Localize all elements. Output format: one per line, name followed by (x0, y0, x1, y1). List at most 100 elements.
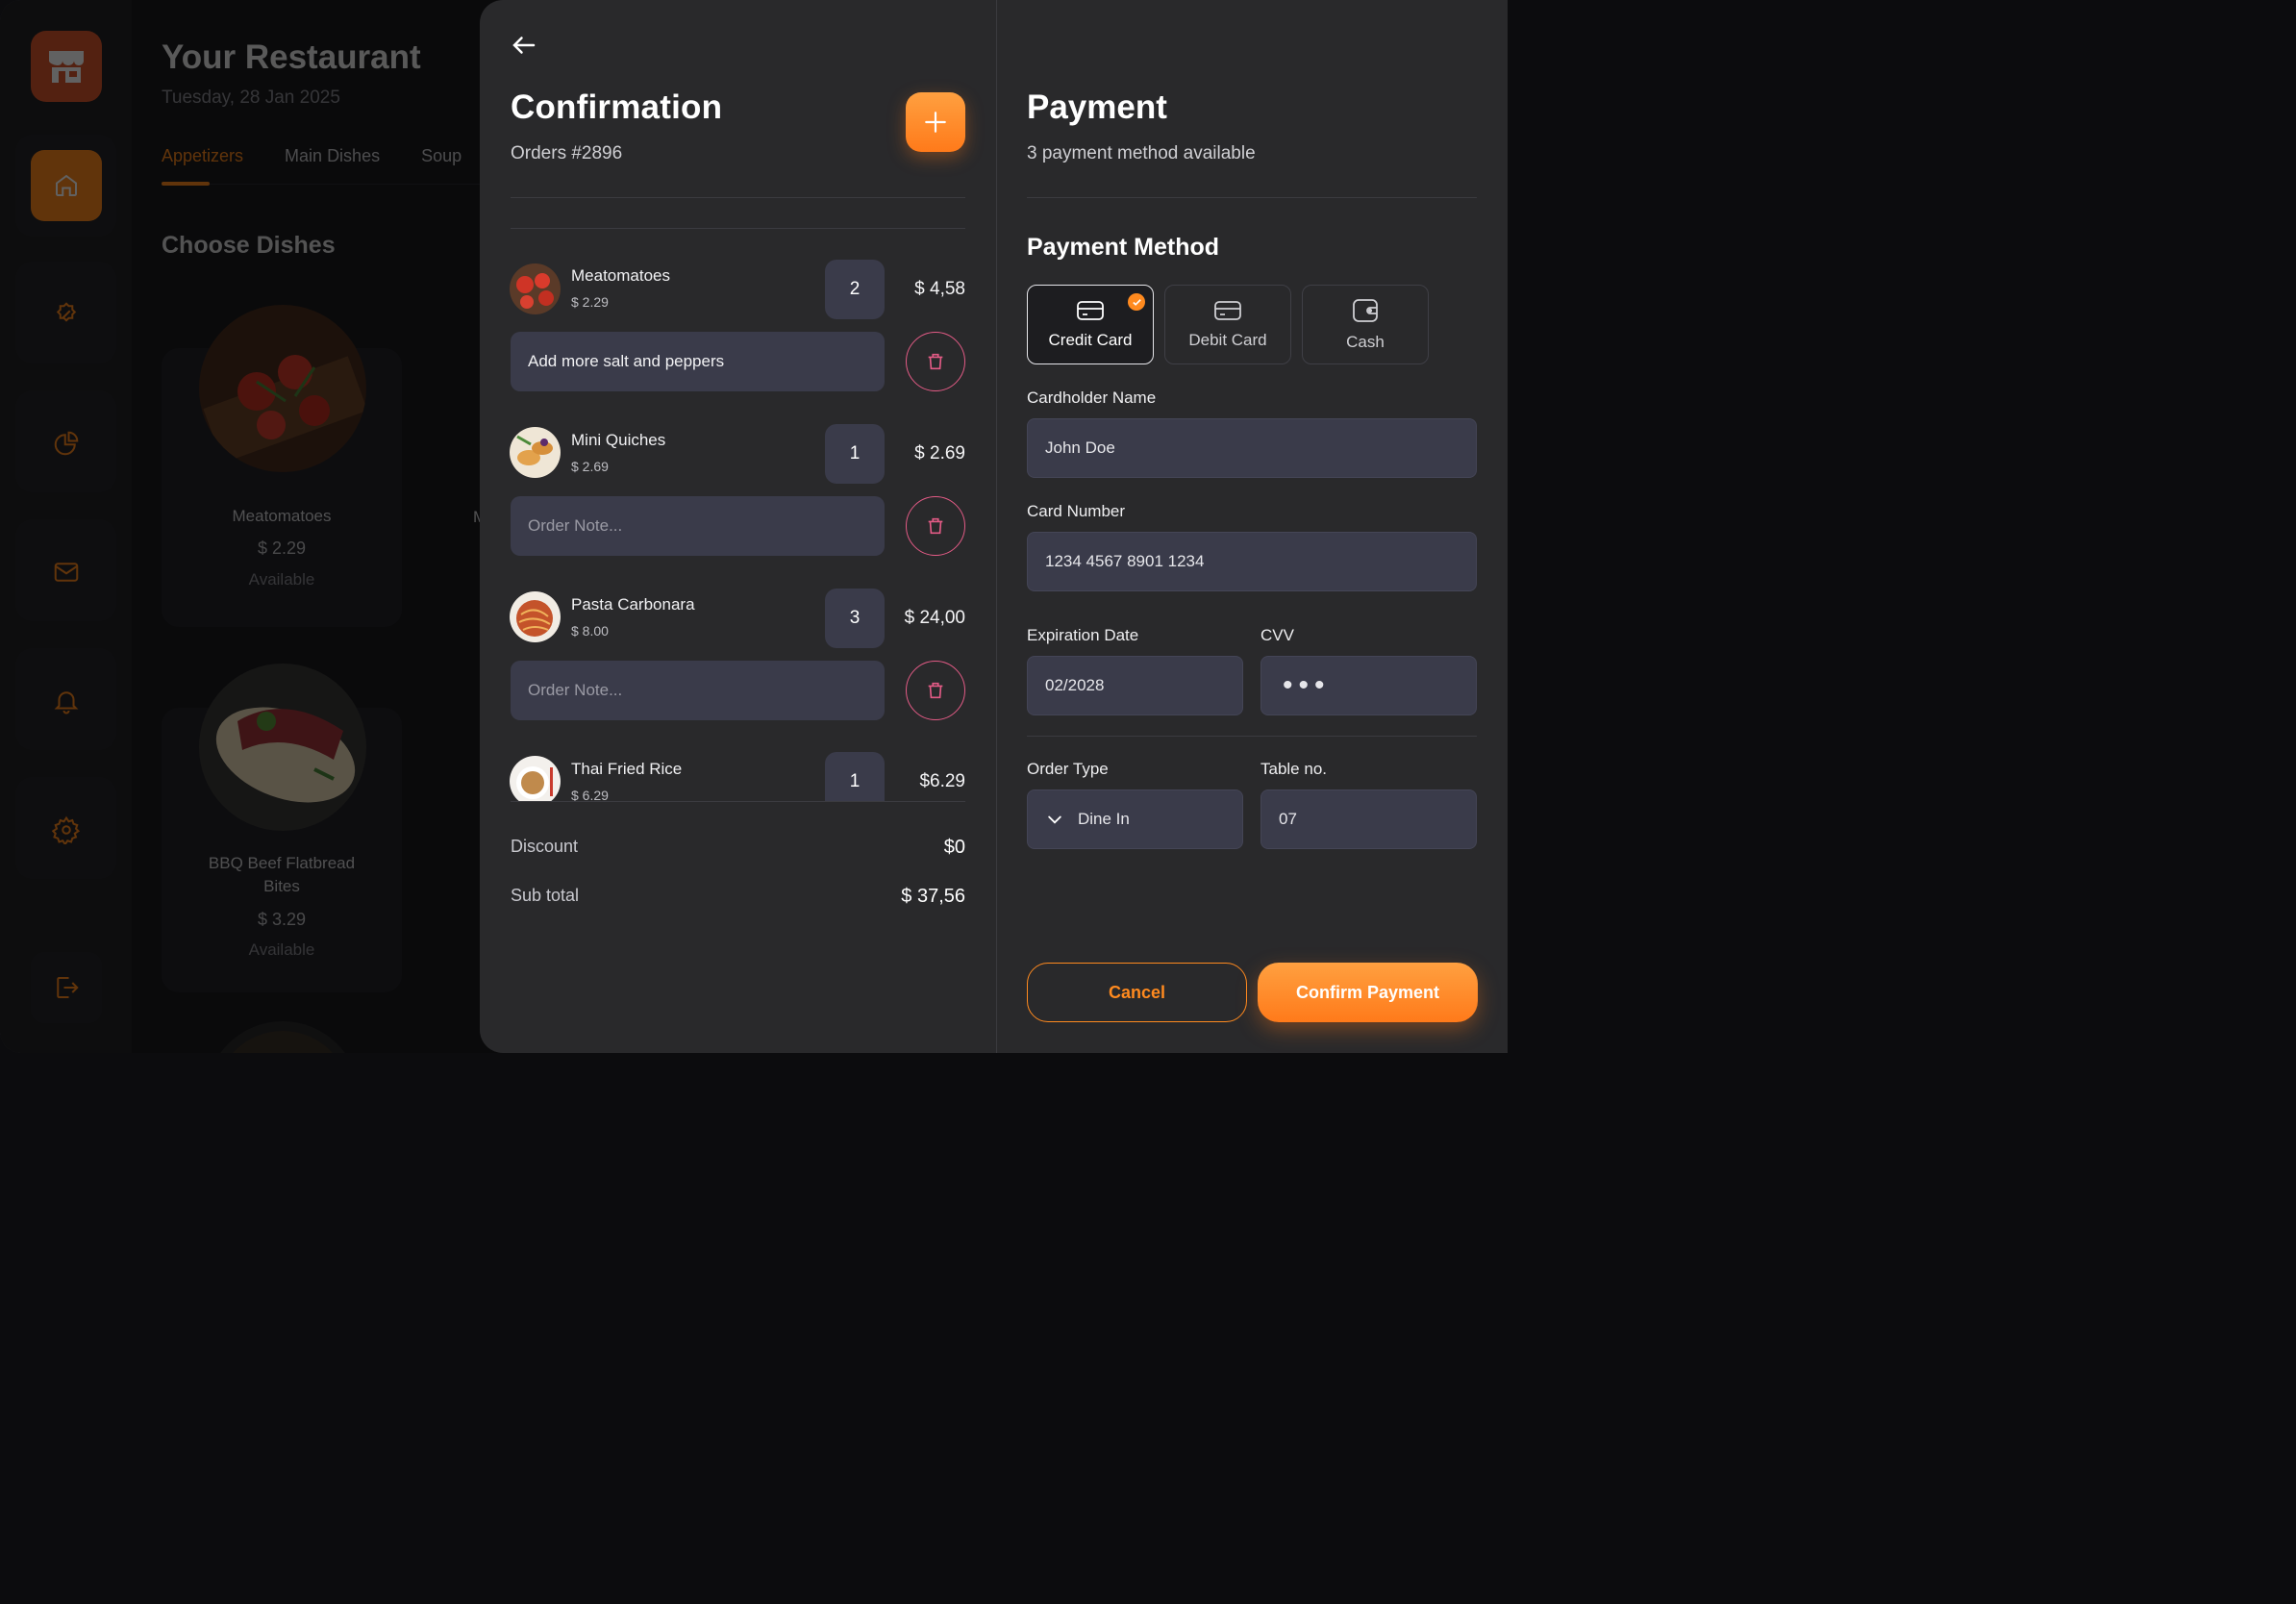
item-total: $ 2.69 (914, 443, 965, 464)
tab-divider (162, 184, 517, 185)
item-image (510, 263, 561, 314)
tab-main-dishes[interactable]: Main Dishes (285, 146, 380, 166)
credit-card-option[interactable]: Credit Card (1027, 285, 1154, 364)
discount-value: $0 (943, 837, 965, 858)
subtotal-value: $ 37,56 (901, 886, 965, 907)
add-item-button[interactable] (906, 92, 965, 152)
delete-item-button[interactable] (906, 332, 965, 391)
logout-button[interactable] (31, 952, 102, 1023)
confirm-payment-button[interactable]: Confirm Payment (1258, 963, 1478, 1022)
discount-label: Discount (511, 837, 579, 856)
store-icon (31, 31, 102, 102)
quantity-box[interactable]: 1 (825, 424, 885, 484)
payment-subtitle: 3 payment method available (1027, 143, 1256, 163)
item-unit-price: $ 2.29 (571, 294, 609, 310)
tab-appetizers[interactable]: Appetizers (162, 146, 243, 166)
item-image (510, 756, 561, 801)
order-note-input[interactable] (511, 332, 885, 391)
wallet-icon (1353, 298, 1378, 322)
logout-icon (57, 977, 79, 998)
home-icon (56, 174, 77, 196)
divider (1027, 197, 1477, 198)
item-image (510, 427, 561, 478)
item-name: Pasta Carbonara (571, 595, 695, 614)
check-icon (1128, 293, 1145, 311)
dish-image (199, 305, 366, 472)
credit-card-label: Credit Card (1048, 330, 1133, 349)
order-type-value: Dine In (1078, 810, 1130, 828)
main-content: Your Restaurant Tuesday, 28 Jan 2025 App… (132, 0, 517, 1053)
dish-name: Meatomatoes (232, 507, 332, 525)
card-number-field[interactable]: 1234 4567 8901 1234 (1027, 532, 1477, 591)
current-date: Tuesday, 28 Jan 2025 (162, 88, 340, 108)
item-name: Mini Quiches (571, 431, 666, 449)
discount-nav-button[interactable] (31, 279, 102, 350)
credit-card-icon (1077, 300, 1104, 320)
dashboard-nav-button[interactable] (31, 408, 102, 479)
order-list-scroll[interactable]: Thai Fried Rice $ 6.29 1 $6.29 (500, 740, 981, 801)
arrow-left-icon (512, 37, 536, 54)
cardholder-name-field[interactable]: John Doe (1027, 418, 1477, 478)
table-number-field[interactable]: 07 (1260, 789, 1477, 849)
debit-card-icon (1214, 300, 1241, 320)
quantity-box[interactable]: 3 (825, 589, 885, 648)
delete-item-button[interactable] (906, 496, 965, 556)
dish-price: $ 3.29 (257, 910, 307, 929)
trash-icon (928, 517, 943, 535)
back-button[interactable] (510, 31, 538, 60)
trash-icon (928, 353, 943, 370)
payment-title: Payment (1027, 88, 1167, 126)
cancel-button[interactable]: Cancel (1027, 963, 1247, 1022)
dish-price: $ 2.29 (257, 539, 307, 558)
subtotal-label: Sub total (511, 886, 580, 905)
category-tabs: Appetizers Main Dishes Soup (162, 146, 462, 166)
item-total: $ 24,00 (904, 608, 965, 628)
confirmation-title: Confirmation (511, 88, 723, 126)
order-type-select[interactable]: Dine In (1027, 789, 1243, 849)
item-total: $6.29 (919, 771, 965, 791)
chevron-down-icon (1048, 815, 1061, 824)
trash-icon (928, 682, 943, 699)
item-image (510, 591, 561, 642)
settings-nav-button[interactable] (31, 794, 102, 865)
dish-image (199, 664, 366, 831)
cvv-field[interactable]: ••• (1260, 656, 1477, 715)
divider (511, 197, 965, 198)
divider (1027, 736, 1477, 737)
restaurant-title: Your Restaurant (162, 38, 421, 76)
tab-soup[interactable]: Soup (421, 146, 462, 166)
order-note-input[interactable] (511, 661, 885, 720)
debit-card-option[interactable]: Debit Card (1164, 285, 1291, 364)
cvv-label: CVV (1260, 626, 1294, 644)
dish-name: BBQ Beef Flatbread Bites (208, 854, 356, 895)
home-nav-button[interactable] (31, 150, 102, 221)
order-number: Orders #2896 (511, 143, 623, 163)
divider (511, 228, 965, 229)
item-unit-price: $ 8.00 (571, 623, 609, 639)
expiration-label: Expiration Date (1027, 626, 1139, 644)
cardholder-label: Cardholder Name (1027, 388, 1157, 407)
quantity-box[interactable]: 1 (825, 752, 885, 801)
item-name: Thai Fried Rice (571, 760, 683, 778)
cash-option[interactable]: Cash (1302, 285, 1429, 364)
delete-item-button[interactable] (906, 661, 965, 720)
expiration-date-field[interactable]: 02/2028 (1027, 656, 1243, 715)
active-tab-indicator (162, 182, 210, 186)
card-number-label: Card Number (1027, 502, 1126, 520)
item-unit-price: $ 2.69 (571, 459, 609, 474)
order-note-input[interactable] (511, 496, 885, 556)
mail-nav-button[interactable] (31, 537, 102, 608)
section-title: Choose Dishes (162, 232, 336, 259)
debit-card-label: Debit Card (1188, 330, 1267, 349)
dish-status: Available (248, 940, 315, 959)
table-label: Table no. (1260, 760, 1327, 778)
cash-label: Cash (1346, 332, 1385, 351)
dish-image (206, 1021, 360, 1053)
notification-nav-button[interactable] (31, 665, 102, 737)
plus-icon (925, 112, 946, 133)
sidebar (0, 0, 132, 1053)
chart-icon (54, 431, 79, 456)
order-type-label: Order Type (1027, 760, 1109, 778)
panel-divider (996, 0, 997, 1053)
quantity-box[interactable]: 2 (825, 260, 885, 319)
